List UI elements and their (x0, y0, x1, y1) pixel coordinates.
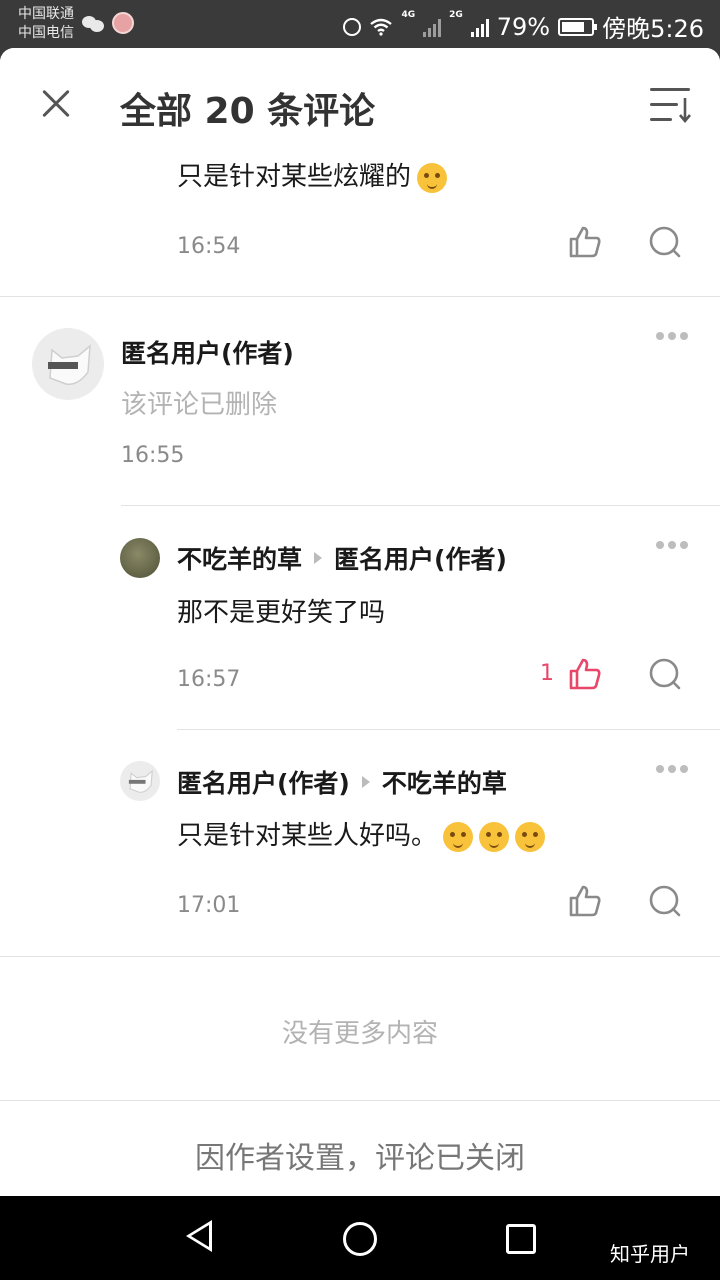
recents-button[interactable] (506, 1224, 536, 1254)
reply-time: 17:01 (177, 893, 241, 918)
carrier-2: 中国电信 (18, 25, 74, 41)
more-options-button[interactable] (656, 765, 692, 777)
reply-target[interactable]: 不吃羊的草 (382, 764, 507, 800)
comment-time: 16:55 (121, 443, 185, 468)
anonymous-avatar-icon (48, 344, 91, 385)
more-options-button[interactable] (656, 332, 692, 344)
status-bar: 中国联通 中国电信 4G 2G 79% 傍晚5:26 (0, 0, 720, 48)
wifi-icon (370, 18, 393, 36)
reply-time: 16:57 (177, 667, 241, 692)
signal-icon-2 (470, 17, 489, 37)
reply-text: 那不是更好笑了吗 (177, 598, 386, 628)
comment-bubble-icon (649, 658, 681, 690)
like-count: 1 (540, 661, 554, 686)
system-nav-bar: 知乎用户 (0, 1196, 720, 1280)
reply-author-line: 匿名用户(作者) 不吃羊的草 (177, 764, 507, 800)
anonymous-avatar-icon (128, 769, 153, 793)
shy-emoji-icon (515, 821, 546, 852)
carrier-1: 中国联通 (18, 6, 74, 22)
more-options-button[interactable] (656, 541, 692, 553)
divider (0, 296, 720, 297)
battery-percent: 79% (496, 12, 551, 41)
reply-button[interactable] (647, 883, 683, 919)
reply-target[interactable]: 匿名用户(作者) (334, 540, 507, 576)
deleted-comment-text: 该评论已删除 (121, 390, 278, 420)
like-button[interactable] (567, 883, 603, 919)
back-button[interactable] (186, 1220, 212, 1252)
divider (177, 729, 720, 730)
sheet-header: 全部 20 条评论 (0, 48, 720, 158)
shy-emoji-icon (479, 821, 510, 852)
like-button-active[interactable] (567, 656, 603, 692)
avatar[interactable] (32, 328, 104, 400)
home-button[interactable] (343, 1222, 377, 1256)
avatar[interactable] (120, 761, 160, 801)
reply-author[interactable]: 不吃羊的草 (177, 540, 302, 576)
reply-arrow-icon (361, 776, 370, 788)
divider (0, 1100, 720, 1101)
comment-text: 只是针对某些炫耀的 (177, 156, 448, 193)
reply-author-line: 不吃羊的草 匿名用户(作者) (177, 540, 507, 576)
reply-button[interactable] (647, 656, 683, 692)
watermark: 知乎用户 (610, 1242, 690, 1266)
status-right: 4G 2G 79% 傍晚5:26 (343, 9, 704, 44)
wechat-icon (82, 14, 104, 32)
comments-sheet: 只是针对某些炫耀的 16:54 匿名用户(作者) 该评论已删除 16:55 不吃… (0, 48, 720, 1196)
thumb-up-icon (569, 885, 601, 917)
close-button[interactable] (36, 84, 76, 124)
shy-emoji-icon (443, 821, 474, 852)
app-notification-icon (112, 12, 134, 34)
comment-bubble-icon (649, 885, 681, 917)
reply-author[interactable]: 匿名用户(作者) (177, 764, 350, 800)
sort-button[interactable] (648, 86, 694, 126)
end-of-list-text: 没有更多内容 (281, 1019, 438, 1049)
battery-icon (558, 17, 598, 36)
thumb-up-icon (569, 226, 601, 258)
clock: 傍晚5:26 (602, 15, 704, 43)
signal-icon (423, 17, 442, 37)
divider (0, 956, 720, 957)
comments-closed-note: 因作者设置，评论已关闭 (195, 1141, 525, 1176)
network-type-2: 2G (449, 10, 463, 20)
avatar[interactable] (120, 538, 160, 578)
notification-icons (82, 12, 134, 34)
reply-button[interactable] (647, 224, 683, 260)
flushed-emoji-icon (417, 162, 448, 193)
network-type-1: 4G (401, 10, 416, 20)
sort-arrow-icon (679, 98, 691, 124)
carrier-info: 中国联通 中国电信 (18, 5, 74, 43)
divider (121, 505, 720, 506)
comment-time: 16:54 (177, 234, 241, 259)
comment-bubble-icon (649, 226, 681, 258)
like-button[interactable] (567, 224, 603, 260)
page-title: 全部 20 条评论 (120, 91, 376, 132)
thumb-up-icon (569, 658, 601, 690)
reply-arrow-icon (314, 552, 323, 564)
reply-text: 只是针对某些人好吗。 (177, 815, 546, 852)
alarm-icon (343, 17, 362, 36)
comment-author[interactable]: 匿名用户(作者) (121, 334, 294, 370)
